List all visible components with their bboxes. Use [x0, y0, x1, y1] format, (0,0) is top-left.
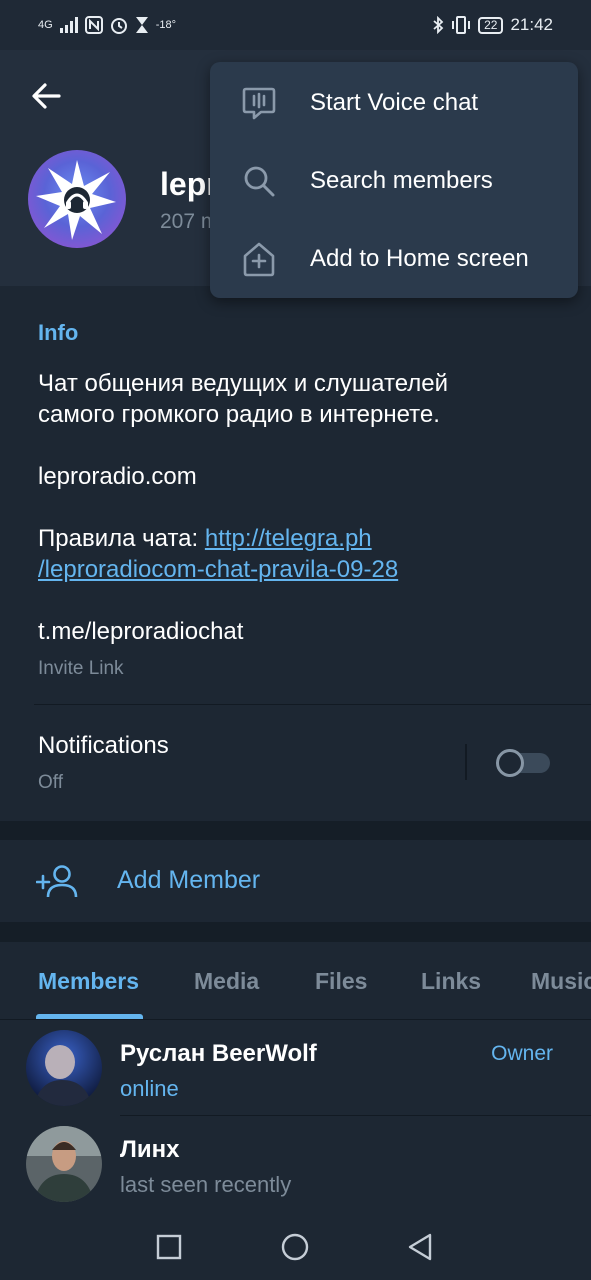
- members-list: Руслан BeerWolf online Owner Линх last s…: [0, 1020, 591, 1214]
- divider: [34, 704, 591, 705]
- info-heading: Info: [38, 320, 79, 345]
- battery-indicator: 22: [478, 16, 504, 34]
- signal-icon: [59, 17, 78, 33]
- section-divider: [0, 821, 591, 840]
- radio-star-logo-icon: [36, 160, 116, 240]
- add-member-button[interactable]: Add Member: [0, 840, 591, 922]
- square-icon: [156, 1234, 182, 1260]
- nfc-icon: [84, 16, 103, 34]
- arrow-left-icon: [32, 83, 61, 109]
- active-tab-indicator: [36, 1014, 143, 1019]
- rules-line: Правила чата: http://telegra.ph: [38, 523, 558, 554]
- triangle-back-icon: [408, 1233, 432, 1261]
- tab-files[interactable]: Files: [315, 968, 367, 995]
- menu-item-label: Add to Home screen: [310, 245, 529, 272]
- recents-button[interactable]: [154, 1232, 184, 1262]
- tab-media[interactable]: Media: [194, 968, 259, 995]
- description-line: Чат общения ведущих и слушателей: [38, 370, 449, 397]
- add-home-icon: [240, 240, 278, 278]
- status-bar: 4G -18° 22 21:42: [0, 0, 591, 50]
- rules-link[interactable]: http://telegra.ph: [205, 525, 372, 552]
- notifications-label[interactable]: Notifications: [38, 732, 169, 760]
- temperature: -18°: [155, 19, 176, 31]
- circle-icon: [281, 1233, 309, 1261]
- menu-item-label: Start Voice chat: [310, 89, 479, 116]
- member-name: Руслан BeerWolf: [120, 1040, 317, 1067]
- chat-description: Чат общения ведущих и слушателей самого …: [38, 368, 558, 585]
- add-user-icon: [35, 864, 78, 898]
- member-status: online: [120, 1076, 179, 1101]
- avatar[interactable]: [26, 1030, 102, 1106]
- media-tabs: Members Media Files Links Music: [0, 942, 591, 1020]
- hourglass-icon: [135, 17, 148, 33]
- tab-links[interactable]: Links: [421, 968, 481, 995]
- rules-link-continued[interactable]: /leproradiocom-chat-pravila-09-28: [38, 556, 398, 583]
- notifications-toggle[interactable]: [496, 749, 552, 777]
- info-section: Info Чат общения ведущих и слушателей са…: [0, 288, 591, 821]
- tab-music[interactable]: Music: [531, 968, 591, 995]
- home-button[interactable]: [280, 1232, 310, 1262]
- bluetooth-icon: [433, 16, 444, 34]
- member-name: Линх: [120, 1136, 180, 1163]
- chat-avatar[interactable]: [28, 150, 126, 248]
- invite-link-label: Invite Link: [38, 658, 124, 679]
- list-item[interactable]: Линх last seen recently: [0, 1116, 591, 1212]
- search-icon: [240, 162, 278, 200]
- toggle-knob: [496, 749, 524, 777]
- invite-link[interactable]: t.me/leproradiochat: [38, 618, 243, 646]
- description-line: самого громкого радио в интернете.: [38, 401, 440, 428]
- notifications-status: Off: [38, 772, 63, 793]
- system-navigation-bar: [0, 1214, 591, 1280]
- avatar[interactable]: [26, 1126, 102, 1202]
- back-nav-button[interactable]: [405, 1232, 435, 1262]
- site-text: leproradio.com: [38, 463, 197, 490]
- status-right: 22 21:42: [432, 15, 553, 35]
- alarm-icon: [110, 18, 127, 34]
- list-item[interactable]: Руслан BeerWolf online Owner: [0, 1020, 591, 1116]
- tab-members[interactable]: Members: [38, 968, 139, 995]
- menu-item-add-to-home-screen[interactable]: Add to Home screen: [210, 220, 578, 298]
- menu-item-search-members[interactable]: Search members: [210, 142, 578, 220]
- overflow-menu: Start Voice chat Search members Add to H…: [210, 62, 578, 298]
- menu-item-start-voice-chat[interactable]: Start Voice chat: [210, 64, 578, 142]
- clock: 21:42: [510, 15, 553, 34]
- rules-prefix: Правила чата:: [38, 525, 205, 552]
- member-role-badge: Owner: [491, 1042, 553, 1065]
- back-button[interactable]: [26, 78, 66, 114]
- status-left: 4G -18°: [38, 16, 176, 34]
- add-member-label: Add Member: [117, 866, 261, 894]
- rules-line: /leproradiocom-chat-pravila-09-28: [38, 554, 558, 585]
- member-status: last seen recently: [120, 1172, 292, 1197]
- menu-item-label: Search members: [310, 167, 493, 194]
- vibrate-icon: [452, 16, 471, 34]
- divider: [465, 744, 467, 780]
- section-divider: [0, 922, 591, 942]
- network-type: 4G: [38, 19, 53, 31]
- voice-chat-icon: [240, 84, 278, 122]
